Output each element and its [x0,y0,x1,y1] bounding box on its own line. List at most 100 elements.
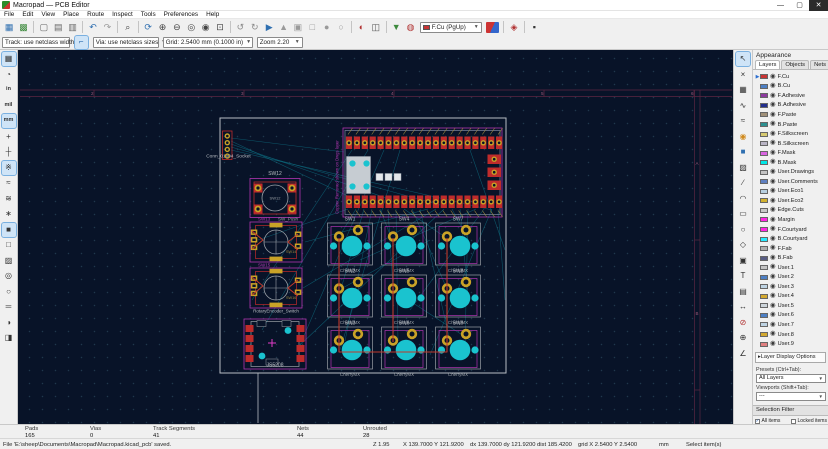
layer-color-swatch[interactable] [760,322,768,327]
minimize-button[interactable]: — [771,0,790,11]
layer-row-user.3[interactable]: ◉User.3 [755,282,828,292]
layer-row-f.adhesive[interactable]: ◉F.Adhesive [755,91,828,101]
page-settings-button[interactable]: ▢ [37,21,50,34]
visibility-eye-icon[interactable]: ◉ [770,188,776,195]
polar-coordinates-button[interactable]: ◔ [2,68,16,82]
ungroup-button[interactable]: □ [306,21,319,34]
visibility-eye-icon[interactable]: ◉ [770,331,776,338]
add-polygon-tool[interactable]: ◇ [736,238,750,252]
group-button[interactable]: ▣ [291,21,304,34]
layer-row-user.9[interactable]: ◉User.9 [755,339,828,349]
visibility-eye-icon[interactable]: ◉ [770,150,776,157]
zoom-selection-button[interactable]: ⊡ [214,21,227,34]
visibility-eye-icon[interactable]: ◉ [770,264,776,271]
layer-color-swatch[interactable] [760,246,768,251]
zoom-out-button[interactable]: ⊖ [170,21,183,34]
checkbox[interactable]: ✓ [755,419,760,424]
footprint-keyswitch[interactable]: SW9CherryMX [436,321,481,378]
visibility-eye-icon[interactable]: ◉ [770,274,776,281]
footprint-keyswitch[interactable]: SW5CherryMX [382,269,427,326]
add-textbox-tool[interactable]: ▤ [736,285,750,299]
zoom-in-button[interactable]: ⊕ [156,21,169,34]
visibility-eye-icon[interactable]: ◉ [770,284,776,291]
cursor-style-button[interactable]: + [2,130,16,144]
visibility-eye-icon[interactable]: ◉ [770,179,776,186]
add-line-tool[interactable]: ∕ [736,176,750,190]
curved-ratsnest-button[interactable]: ≈ [2,176,16,190]
menu-edit[interactable]: Edit [18,11,37,18]
layer-row-f.paste[interactable]: ◉F.Paste [755,110,828,120]
layer-row-user.eco2[interactable]: ◉User.Eco2 [755,196,828,206]
layer-color-swatch[interactable] [760,208,768,213]
add-zone-tool[interactable]: ■ [736,145,750,159]
layer-color-swatch[interactable] [760,294,768,299]
layer-row-b.adhesive[interactable]: ◉B.Adhesive [755,101,828,111]
layer-color-swatch[interactable] [760,170,768,175]
layer-color-swatch[interactable] [760,141,768,146]
menu-view[interactable]: View [37,11,59,18]
visibility-eye-icon[interactable]: ◉ [770,341,776,348]
visibility-eye-icon[interactable]: ◉ [770,236,776,243]
crosshair-style-button[interactable]: ┼ [2,145,16,159]
undo-button[interactable]: ↶ [87,21,100,34]
layer-row-b.silkscreen[interactable]: ◉B.Silkscreen [755,139,828,149]
update-pcb-from-schematic-button[interactable]: ▼ [390,21,403,34]
visibility-eye-icon[interactable]: ◉ [770,198,776,205]
layer-color-swatch[interactable] [760,284,768,289]
tab-objects[interactable]: Objects [781,60,809,69]
visibility-eye-icon[interactable]: ◉ [770,121,776,128]
layer-color-swatch[interactable] [760,179,768,184]
zoom-fit-objects-button[interactable]: ◉ [199,21,212,34]
footprint-keyswitch[interactable]: SW6CherryMX [382,321,427,378]
add-via-tool[interactable]: ◉ [736,130,750,144]
grid-origin-tool[interactable]: ⊕ [736,331,750,345]
units-mm-button[interactable]: mm [2,114,16,128]
tab-layers[interactable]: Layers [755,60,780,69]
mirror-button[interactable]: ▲ [277,21,290,34]
layer-row-f.fab[interactable]: ◉F.Fab [755,244,828,254]
layer-row-user.comments[interactable]: ◉User.Comments [755,177,828,187]
track-posture-button[interactable]: ⌐ [75,36,88,49]
visibility-eye-icon[interactable]: ◉ [770,131,776,138]
units-inches-button[interactable]: in [2,83,16,97]
zoom-dropdown[interactable]: Zoom 2.20▼ [257,37,303,48]
layer-row-f.courtyard[interactable]: ◉F.Courtyard [755,225,828,235]
layer-color-swatch[interactable] [760,265,768,270]
close-button[interactable]: ✕ [809,0,828,11]
tab-nets[interactable]: Nets [810,60,828,69]
print-button[interactable]: ▤ [52,21,65,34]
lock-button[interactable]: ● [320,21,333,34]
layer-color-swatch[interactable] [760,313,768,318]
visibility-eye-icon[interactable]: ◉ [770,245,776,252]
measure-tool[interactable]: ∠ [736,347,750,361]
visibility-eye-icon[interactable]: ◉ [770,303,776,310]
add-rule-area-tool[interactable]: ▨ [736,161,750,175]
layer-row-edge.cuts[interactable]: ◉Edge.Cuts [755,206,828,216]
zone-outline-display-button[interactable]: □ [2,238,16,252]
visibility-eye-icon[interactable]: ◉ [770,102,776,109]
add-rectangle-tool[interactable]: ▭ [736,207,750,221]
layer-color-swatch[interactable] [760,303,768,308]
footprint-sw12[interactable]: SW12SW12 [250,171,300,218]
layer-row-b.paste[interactable]: ◉B.Paste [755,120,828,130]
footprint-keyswitch[interactable]: SW3CherryMX [328,321,373,378]
vias-sketch-button[interactable]: ○ [2,285,16,299]
add-footprint-tool[interactable]: ▦ [736,83,750,97]
visibility-eye-icon[interactable]: ◉ [770,293,776,300]
menu-help[interactable]: Help [202,11,223,18]
layer-color-swatch[interactable] [760,112,768,117]
checkbox[interactable] [791,419,796,424]
track-width-dropdown[interactable]: Track: use netclass width▼ [2,37,70,48]
grid-toggle-button[interactable]: ▦ [2,52,16,66]
search-footprint-button[interactable]: ◫ [369,21,382,34]
pcb-canvas[interactable]: 23456ABConn_01x04_SocketCopper Removed s… [18,50,733,424]
visibility-eye-icon[interactable]: ◉ [770,226,776,233]
layer-color-swatch[interactable] [760,132,768,137]
footprint-rotary-encoder[interactable]: SW15RotaryEncoder_SwitchSW16 [250,263,302,314]
footprint-joystick[interactable]: JS5208 [244,319,306,369]
tracks-sketch-button[interactable]: ═ [2,300,16,314]
appearance-panel-toggle-button[interactable]: ◨ [2,331,16,345]
layer-color-swatch[interactable] [760,189,768,194]
layer-row-user.7[interactable]: ◉User.7 [755,320,828,330]
visibility-eye-icon[interactable]: ◉ [770,159,776,166]
